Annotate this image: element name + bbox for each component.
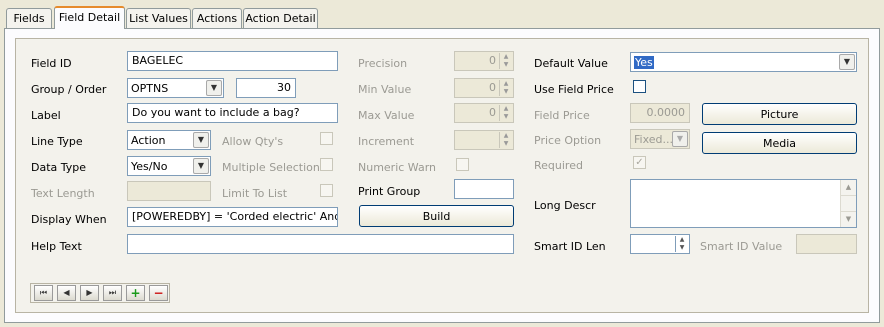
numeric-warn-checkbox[interactable] bbox=[456, 158, 469, 171]
required-checkbox: ✓ bbox=[633, 156, 646, 169]
text-length-input bbox=[127, 181, 211, 201]
check-icon: ✓ bbox=[635, 157, 644, 168]
smart-id-len-label: Smart ID Len bbox=[534, 240, 606, 253]
multiple-selections-checkbox[interactable] bbox=[320, 158, 333, 171]
group-select[interactable]: OPTNS ▼ bbox=[127, 78, 224, 98]
field-price-label: Field Price bbox=[534, 109, 590, 122]
min-value-input: 0 ▲ ▼ bbox=[454, 78, 514, 98]
label-input[interactable]: Do you want to include a bag? bbox=[127, 103, 338, 123]
limit-to-list-label: Limit To List bbox=[222, 187, 288, 200]
chevron-down-icon[interactable]: ▼ bbox=[839, 54, 855, 70]
label-label: Label bbox=[31, 109, 61, 122]
record-nav-buttons: ⏮ ◀ ▶ ⏭ + − bbox=[30, 285, 170, 303]
chevron-down-icon[interactable]: ▼ bbox=[193, 158, 209, 174]
field-id-input[interactable]: BAGELEC bbox=[127, 51, 338, 71]
allow-qty-checkbox[interactable] bbox=[320, 132, 333, 145]
field-price-input: 0.0000 bbox=[630, 103, 690, 123]
data-type-label: Data Type bbox=[31, 161, 87, 174]
multiple-selections-label: Multiple Selections bbox=[222, 161, 326, 174]
price-option-label: Price Option bbox=[534, 134, 602, 147]
default-value-select[interactable]: Yes ▼ bbox=[630, 52, 857, 72]
first-record-icon[interactable]: ⏮ bbox=[34, 285, 53, 301]
required-label: Required bbox=[534, 159, 583, 172]
smart-id-value-label: Smart ID Value bbox=[700, 240, 783, 253]
last-record-icon[interactable]: ⏭ bbox=[103, 285, 122, 301]
precision-label: Precision bbox=[358, 57, 408, 70]
add-record-icon[interactable]: + bbox=[126, 285, 145, 301]
numeric-warn-label: Numeric Warn bbox=[358, 161, 437, 174]
tab-field-detail[interactable]: Field Detail bbox=[54, 6, 125, 29]
help-text-input[interactable] bbox=[127, 234, 514, 254]
previous-record-icon[interactable]: ◀ bbox=[57, 285, 76, 301]
use-field-price-label: Use Field Price bbox=[534, 83, 614, 96]
line-type-value: Action bbox=[131, 134, 166, 147]
long-descr-textarea[interactable]: ▲ ▼ bbox=[630, 179, 857, 228]
print-group-input[interactable] bbox=[454, 179, 514, 199]
tab-action-detail[interactable]: Action Detail bbox=[243, 8, 318, 28]
increment-label: Increment bbox=[358, 135, 415, 148]
media-button[interactable]: Media bbox=[702, 132, 857, 154]
precision-value: 0 bbox=[489, 54, 496, 67]
tab-actions[interactable]: Actions bbox=[192, 8, 242, 28]
max-value-label: Max Value bbox=[358, 109, 415, 122]
group-order-label: Group / Order bbox=[31, 83, 107, 96]
print-group-label: Print Group bbox=[358, 185, 421, 198]
chevron-down-icon[interactable]: ▼ bbox=[206, 80, 222, 96]
data-type-select[interactable]: Yes/No ▼ bbox=[127, 156, 211, 176]
data-type-value: Yes/No bbox=[131, 160, 168, 173]
help-text-label: Help Text bbox=[31, 240, 82, 253]
spinner-icon: ▲ ▼ bbox=[499, 132, 512, 148]
max-value-input: 0 ▲ ▼ bbox=[454, 103, 514, 123]
max-value-value: 0 bbox=[489, 106, 496, 119]
spinner-icon: ▲ ▼ bbox=[499, 80, 512, 96]
text-length-label: Text Length bbox=[31, 187, 95, 200]
smart-id-value-input bbox=[796, 234, 857, 254]
allow-qty-label: Allow Qty's bbox=[222, 135, 284, 148]
price-option-value: Fixed... bbox=[634, 133, 673, 146]
spinner-icon: ▲ ▼ bbox=[499, 105, 512, 121]
min-value-label: Min Value bbox=[358, 83, 412, 96]
price-option-select: Fixed... ▼ bbox=[630, 129, 690, 149]
min-value-value: 0 bbox=[489, 81, 496, 94]
picture-button[interactable]: Picture bbox=[702, 103, 857, 125]
order-input[interactable]: 30 bbox=[236, 78, 296, 98]
scroll-down-icon[interactable]: ▼ bbox=[841, 211, 856, 227]
field-id-label: Field ID bbox=[31, 57, 72, 70]
spinner-icon: ▲ ▼ bbox=[499, 53, 512, 69]
line-type-label: Line Type bbox=[31, 135, 83, 148]
smart-id-len-input[interactable]: ▲ ▼ bbox=[630, 234, 690, 254]
chevron-down-icon: ▼ bbox=[672, 131, 688, 147]
tab-list-values[interactable]: List Values bbox=[126, 8, 191, 28]
line-type-select[interactable]: Action ▼ bbox=[127, 130, 211, 150]
spinner-icon[interactable]: ▲ ▼ bbox=[675, 236, 688, 252]
tab-fields[interactable]: Fields bbox=[6, 8, 52, 28]
chevron-down-icon[interactable]: ▼ bbox=[193, 132, 209, 148]
scrollbar[interactable]: ▲ ▼ bbox=[840, 180, 856, 227]
increment-input: ▲ ▼ bbox=[454, 130, 514, 150]
default-value-value: Yes bbox=[634, 56, 654, 69]
use-field-price-checkbox[interactable] bbox=[633, 80, 646, 93]
scroll-up-icon[interactable]: ▲ bbox=[841, 180, 856, 196]
delete-record-icon[interactable]: − bbox=[149, 285, 168, 301]
display-when-input[interactable]: [POWEREDBY] = 'Corded electric' And [CO bbox=[127, 207, 338, 227]
precision-input: 0 ▲ ▼ bbox=[454, 51, 514, 71]
group-value: OPTNS bbox=[131, 82, 169, 95]
default-value-label: Default Value bbox=[534, 57, 608, 70]
display-when-label: Display When bbox=[31, 213, 107, 226]
next-record-icon[interactable]: ▶ bbox=[80, 285, 99, 301]
long-descr-label: Long Descr bbox=[534, 199, 596, 212]
limit-to-list-checkbox[interactable] bbox=[320, 184, 333, 197]
build-button[interactable]: Build bbox=[359, 205, 514, 227]
